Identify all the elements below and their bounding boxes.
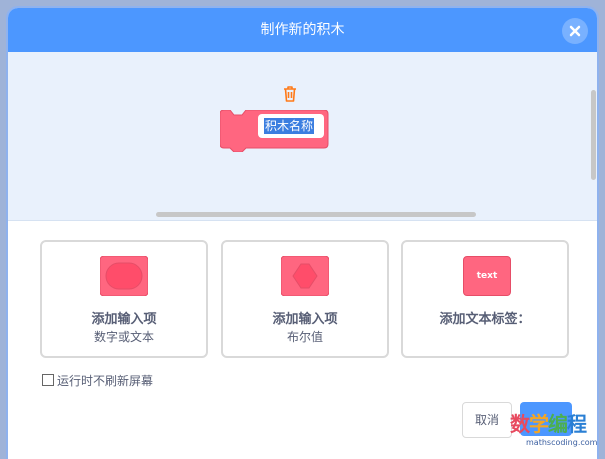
card-title: 添加输入项 bbox=[91, 312, 157, 327]
close-button[interactable] bbox=[562, 18, 588, 44]
add-boolean-input-card[interactable]: 添加输入项 布尔值 bbox=[221, 240, 389, 358]
run-without-refresh-checkbox[interactable] bbox=[42, 374, 54, 386]
vertical-scrollbar[interactable] bbox=[591, 90, 596, 180]
horizontal-scrollbar[interactable] bbox=[156, 212, 476, 217]
add-number-text-input-card[interactable]: 添加输入项 数字或文本 bbox=[40, 240, 208, 358]
watermark-text: 数学编程 bbox=[510, 412, 587, 436]
make-block-dialog: 制作新的积木 积木名称 添加输入项 数字或文本 添加输入项 布尔值 text 添… bbox=[8, 8, 597, 459]
watermark-logo: 数学编程 mathscoding.com bbox=[510, 408, 598, 454]
boolean-input-shape-icon bbox=[281, 256, 329, 296]
add-text-label-card[interactable]: text 添加文本标签： bbox=[401, 240, 569, 358]
text-label-chip: text bbox=[463, 256, 511, 296]
run-without-refresh-option[interactable]: 运行时不刷新屏幕 bbox=[42, 372, 153, 389]
card-subtitle: 布尔值 bbox=[286, 330, 323, 344]
dialog-header: 制作新的积木 bbox=[8, 8, 597, 52]
trash-icon[interactable] bbox=[282, 85, 298, 103]
rounded-input-shape-icon bbox=[100, 256, 148, 296]
close-icon bbox=[569, 25, 581, 37]
block-preview-workspace: 积木名称 bbox=[8, 52, 597, 221]
run-without-refresh-label: 运行时不刷新屏幕 bbox=[57, 374, 154, 388]
card-title: 添加文本标签： bbox=[439, 312, 531, 327]
block-name-input[interactable]: 积木名称 bbox=[258, 114, 324, 138]
dialog-title: 制作新的积木 bbox=[260, 22, 345, 38]
watermark-site: mathscoding.com bbox=[526, 438, 598, 447]
card-subtitle: 数字或文本 bbox=[93, 330, 154, 344]
block-name-text: 积木名称 bbox=[264, 118, 315, 134]
cancel-button[interactable]: 取消 bbox=[462, 402, 512, 438]
card-title: 添加输入项 bbox=[272, 312, 338, 327]
